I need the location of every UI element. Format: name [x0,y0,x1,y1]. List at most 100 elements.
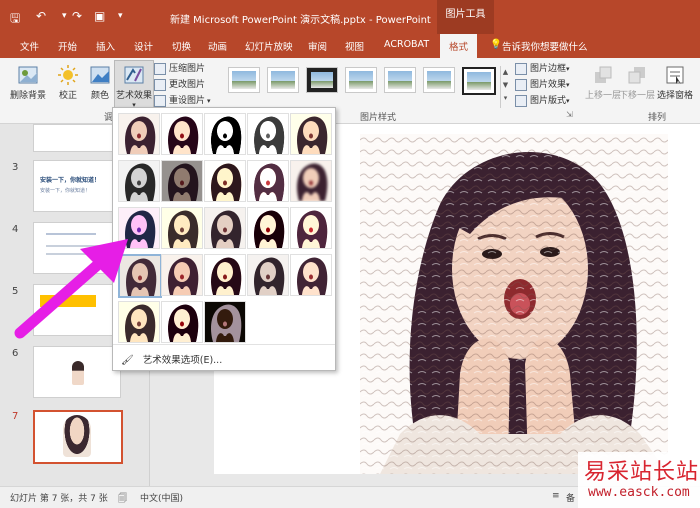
slide-thumbnail-2[interactable] [33,124,121,152]
notes-icon[interactable]: ≡ [552,491,560,501]
art-effect-option[interactable] [204,301,246,343]
art-effect-option[interactable] [247,207,289,249]
tab-slideshow[interactable]: 幻灯片放映 [245,39,293,53]
ribbon: 删除背景 校正 颜色 艺术效果 ▾ 压缩图片 更改图片 重设图片 ▾ 调 ▲ ▼ ▾ … [0,58,700,124]
art-effect-option[interactable] [161,160,203,202]
slide-number: 4 [12,224,19,235]
tab-acrobat[interactable]: ACROBAT [384,39,429,50]
art-effect-option[interactable] [161,301,203,343]
notes-button[interactable]: 备 [566,491,575,504]
spellcheck-icon[interactable]: 🗐 [118,491,127,507]
art-effect-option[interactable] [204,207,246,249]
slide-number: 7 [12,411,19,422]
title-bar: 🖫 ↶ ▾ ↷ ▣ ▾ 新建 Microsoft PowerPoint 演示文稿… [0,0,700,34]
chevron-down-icon: ▾ [566,97,570,105]
tab-format[interactable]: 格式 [440,34,478,58]
tab-home[interactable]: 开始 [58,39,77,53]
reset-picture-button[interactable]: 重设图片 ▾ [154,93,211,107]
language-status[interactable]: 中文(中国) [140,491,183,504]
effects-icon [515,78,527,91]
art-effect-option[interactable] [161,207,203,249]
selected-picture[interactable] [360,134,668,474]
present-icon[interactable]: ▣ [94,9,105,23]
picture-border-label: 图片边框 [530,64,567,74]
art-effect-option[interactable] [290,160,332,202]
bring-forward-label: 上移一层 [585,91,622,101]
send-backward-icon [628,67,645,84]
picture-layout-button[interactable]: 图片版式▾ [515,93,570,107]
artistic-effects-button[interactable]: 艺术效果 ▾ [114,60,154,112]
art-effect-option[interactable] [161,113,203,155]
picture-effects-button[interactable]: 图片效果▾ [515,77,570,91]
art-effects-options-icon: 🖌 [121,355,134,366]
remove-background-icon [18,66,38,84]
remove-background-button[interactable]: 删除背景 [8,64,48,101]
corrections-label: 校正 [58,91,77,101]
art-effect-option[interactable] [290,113,332,155]
color-button[interactable]: 颜色 [86,64,114,101]
compress-pictures-button[interactable]: 压缩图片 [154,61,205,75]
slide-number: 3 [12,162,19,173]
corrections-button[interactable]: 校正 [52,64,84,101]
slide-thumbnail-3[interactable]: 安装一下，你就知道！ 安装一下，你就知道！ [33,160,121,212]
send-backward-button[interactable]: 下移一层 [619,64,655,101]
arrange-group-label: 排列 [648,113,667,123]
art-effect-option[interactable] [247,113,289,155]
art-effect-option[interactable] [204,113,246,155]
picture-layout-label: 图片版式 [530,96,567,106]
picture-style-6[interactable] [423,67,455,93]
picture-border-button[interactable]: 图片边框▾ [515,61,570,75]
tab-transitions[interactable]: 切换 [172,39,191,53]
art-effect-option[interactable] [290,254,332,296]
redo-icon[interactable]: ↷ [72,9,82,23]
artistic-effects-options-item[interactable]: 🖌 艺术效果选项(E)... [121,352,222,366]
tab-review[interactable]: 审阅 [308,39,327,53]
tab-animations[interactable]: 动画 [208,39,227,53]
art-effect-option[interactable] [118,160,160,202]
undo-icon[interactable]: ↶ [36,9,46,23]
art-effect-option[interactable] [161,254,203,296]
bring-forward-button[interactable]: 上移一层 [585,64,621,101]
save-icon[interactable]: 🖫 [10,9,20,30]
chevron-down-icon: ▾ [207,97,211,105]
picture-tools-context-title: 图片工具 [437,0,494,34]
picture-style-3[interactable] [306,67,338,93]
styles-scroll[interactable]: ▲ ▼ ▾ [500,66,510,108]
picture-style-5[interactable] [384,67,416,93]
slide-thumbnail-7[interactable] [33,410,123,464]
art-effect-option[interactable] [290,207,332,249]
selection-pane-button[interactable]: 选择窗格 [655,64,695,101]
reset-picture-label: 重设图片 [169,96,206,106]
tab-file[interactable]: 文件 [20,39,39,53]
dialog-launcher-icon[interactable]: ⇲ [566,110,573,119]
selection-pane-label: 选择窗格 [656,91,693,101]
art-effect-option[interactable] [204,254,246,296]
picture-style-4[interactable] [345,67,377,93]
artistic-effects-options-label: 艺术效果选项(E)... [142,355,223,366]
artistic-effects-gallery: 🖌 艺术效果选项(E)... [112,107,336,371]
tab-insert[interactable]: 插入 [96,39,115,53]
change-picture-button[interactable]: 更改图片 [154,77,205,91]
sun-icon [58,65,78,85]
picture-styles-group-label: 图片样式 [360,113,397,123]
tab-design[interactable]: 设计 [134,39,153,53]
slide-thumbnail-6[interactable] [33,346,121,398]
compress-icon [154,62,166,75]
send-backward-label: 下移一层 [619,91,656,101]
art-effect-option[interactable] [118,113,160,155]
thumbnail-text: 安装一下，你就知道！ [40,177,101,184]
tell-me-box[interactable]: 告诉我你想要做什么 [502,39,588,53]
border-icon [515,62,527,75]
watermark-url: www.easck.com [588,485,690,500]
art-effect-option[interactable] [247,254,289,296]
art-effect-option[interactable] [204,160,246,202]
tab-view[interactable]: 视图 [345,39,364,53]
woman-photo-image [360,134,668,474]
picture-style-7[interactable] [462,67,496,95]
picture-style-1[interactable] [228,67,260,93]
chevron-down-icon[interactable]: ▾ [62,11,67,21]
customize-qat-icon[interactable]: ▾ [118,11,123,21]
selection-pane-icon [666,66,684,84]
art-effect-option[interactable] [247,160,289,202]
picture-style-2[interactable] [267,67,299,93]
